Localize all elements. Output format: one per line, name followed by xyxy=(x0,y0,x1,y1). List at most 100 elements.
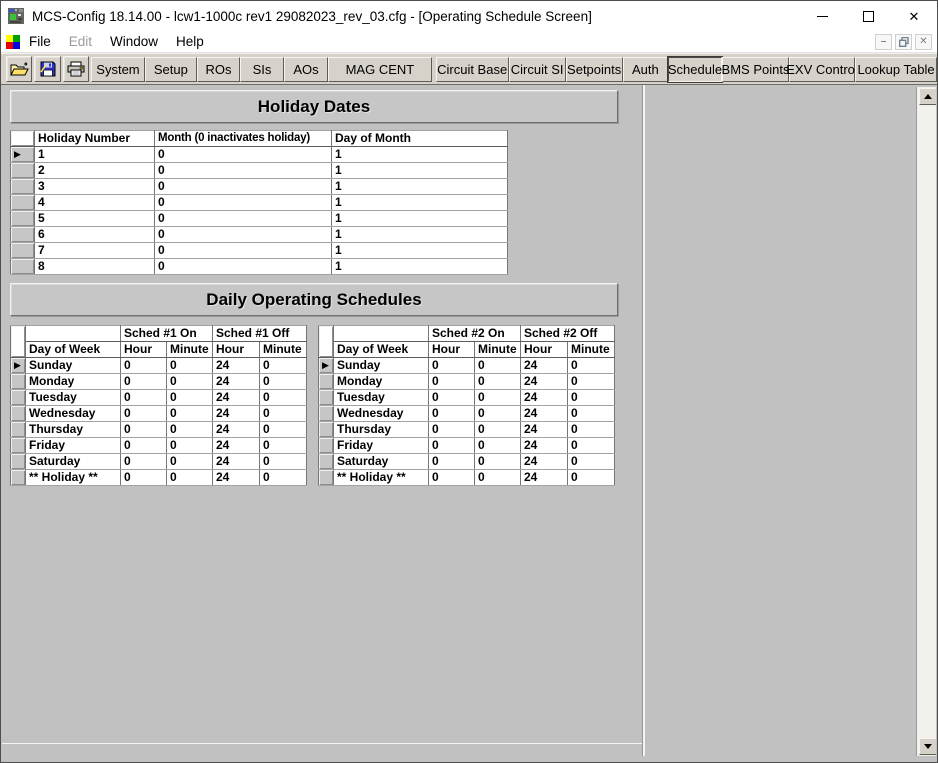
off-minute-cell[interactable]: 0 xyxy=(260,438,307,454)
day-of-week-cell[interactable]: Monday xyxy=(334,374,429,390)
off-minute-cell[interactable]: 0 xyxy=(568,374,615,390)
row-selector[interactable] xyxy=(11,195,35,211)
day-of-week-cell[interactable]: Monday xyxy=(26,374,121,390)
holiday-number-cell[interactable]: 1 xyxy=(35,147,155,163)
toolbar-button-aos[interactable]: AOs xyxy=(284,57,328,82)
save-file-button[interactable] xyxy=(34,56,60,82)
row-selector[interactable] xyxy=(11,211,35,227)
off-hour-cell[interactable]: 24 xyxy=(521,422,568,438)
toolbar-button-sis[interactable]: SIs xyxy=(240,57,283,82)
day-of-week-cell[interactable]: Sunday xyxy=(26,358,121,374)
print-button[interactable] xyxy=(63,56,89,82)
mdi-close-button[interactable]: ✕ xyxy=(915,34,932,50)
holiday-number-cell[interactable]: 8 xyxy=(35,259,155,275)
on-minute-cell[interactable]: 0 xyxy=(167,470,213,486)
off-hour-cell[interactable]: 24 xyxy=(213,470,260,486)
toolbar-button-mag-cent[interactable]: MAG CENT xyxy=(328,57,431,82)
holiday-day-cell[interactable]: 1 xyxy=(332,147,508,163)
off-hour-cell[interactable]: 24 xyxy=(213,358,260,374)
on-hour-cell[interactable]: 0 xyxy=(429,454,475,470)
holiday-month-cell[interactable]: 0 xyxy=(155,147,332,163)
mdi-minimize-button[interactable]: – xyxy=(875,34,892,50)
on-hour-cell[interactable]: 0 xyxy=(429,406,475,422)
holiday-day-cell[interactable]: 1 xyxy=(332,259,508,275)
row-selector[interactable] xyxy=(11,374,26,390)
close-button[interactable]: ✕ xyxy=(891,1,937,31)
holiday-month-cell[interactable]: 0 xyxy=(155,227,332,243)
off-hour-cell[interactable]: 24 xyxy=(213,438,260,454)
off-minute-cell[interactable]: 0 xyxy=(260,374,307,390)
vertical-scrollbar[interactable] xyxy=(916,87,936,756)
off-hour-cell[interactable]: 24 xyxy=(521,390,568,406)
off-hour-cell[interactable]: 24 xyxy=(521,438,568,454)
toolbar-button-system[interactable]: System xyxy=(91,57,145,82)
on-minute-cell[interactable]: 0 xyxy=(167,406,213,422)
toolbar-button-setpoints[interactable]: Setpoints xyxy=(566,57,623,82)
holiday-number-cell[interactable]: 6 xyxy=(35,227,155,243)
open-file-button[interactable] xyxy=(6,56,32,82)
toolbar-button-circuit-si[interactable]: Circuit SI xyxy=(509,57,566,82)
off-minute-cell[interactable]: 0 xyxy=(568,438,615,454)
off-hour-cell[interactable]: 24 xyxy=(521,358,568,374)
on-minute-cell[interactable]: 0 xyxy=(475,390,521,406)
holiday-month-cell[interactable]: 0 xyxy=(155,179,332,195)
day-of-week-cell[interactable]: Wednesday xyxy=(334,406,429,422)
row-selector[interactable] xyxy=(11,390,26,406)
row-selector[interactable]: ▶ xyxy=(11,358,26,374)
row-selector[interactable] xyxy=(11,438,26,454)
day-of-week-cell[interactable]: Tuesday xyxy=(26,390,121,406)
off-hour-cell[interactable]: 24 xyxy=(521,406,568,422)
row-selector[interactable] xyxy=(11,406,26,422)
row-selector[interactable] xyxy=(11,163,35,179)
on-minute-cell[interactable]: 0 xyxy=(167,374,213,390)
row-selector[interactable] xyxy=(319,470,334,486)
on-hour-cell[interactable]: 0 xyxy=(121,390,167,406)
toolbar-button-lookup-table[interactable]: Lookup Table xyxy=(855,57,937,82)
off-hour-cell[interactable]: 24 xyxy=(521,454,568,470)
day-of-week-cell[interactable]: Friday xyxy=(26,438,121,454)
day-of-week-cell[interactable]: Wednesday xyxy=(26,406,121,422)
on-minute-cell[interactable]: 0 xyxy=(167,438,213,454)
row-selector[interactable]: ▶ xyxy=(11,147,35,163)
holiday-day-cell[interactable]: 1 xyxy=(332,179,508,195)
holiday-day-cell[interactable]: 1 xyxy=(332,211,508,227)
row-selector[interactable] xyxy=(11,454,26,470)
toolbar-button-setup[interactable]: Setup xyxy=(145,57,197,82)
day-of-week-cell[interactable]: Tuesday xyxy=(334,390,429,406)
day-of-week-cell[interactable]: ** Holiday ** xyxy=(334,470,429,486)
row-selector[interactable] xyxy=(319,438,334,454)
on-hour-cell[interactable]: 0 xyxy=(429,422,475,438)
on-minute-cell[interactable]: 0 xyxy=(475,438,521,454)
row-selector[interactable] xyxy=(319,406,334,422)
row-selector[interactable] xyxy=(11,179,35,195)
on-hour-cell[interactable]: 0 xyxy=(121,422,167,438)
row-selector[interactable] xyxy=(11,243,35,259)
on-hour-cell[interactable]: 0 xyxy=(121,470,167,486)
day-of-week-cell[interactable]: ** Holiday ** xyxy=(26,470,121,486)
on-minute-cell[interactable]: 0 xyxy=(167,390,213,406)
on-minute-cell[interactable]: 0 xyxy=(167,358,213,374)
row-selector[interactable] xyxy=(319,374,334,390)
holiday-month-cell[interactable]: 0 xyxy=(155,163,332,179)
holiday-month-cell[interactable]: 0 xyxy=(155,259,332,275)
day-of-week-cell[interactable]: Saturday xyxy=(26,454,121,470)
on-hour-cell[interactable]: 0 xyxy=(121,358,167,374)
holiday-day-cell[interactable]: 1 xyxy=(332,163,508,179)
row-selector[interactable] xyxy=(11,422,26,438)
toolbar-button-auth[interactable]: Auth xyxy=(623,57,668,82)
toolbar-button-circuit-base[interactable]: Circuit Base xyxy=(436,57,509,82)
off-hour-cell[interactable]: 24 xyxy=(521,470,568,486)
on-minute-cell[interactable]: 0 xyxy=(475,358,521,374)
toolbar-button-schedule[interactable]: Schedule xyxy=(668,57,722,82)
holiday-number-cell[interactable]: 4 xyxy=(35,195,155,211)
maximize-button[interactable] xyxy=(845,1,891,31)
on-hour-cell[interactable]: 0 xyxy=(121,454,167,470)
off-minute-cell[interactable]: 0 xyxy=(568,454,615,470)
row-selector[interactable] xyxy=(11,470,26,486)
on-minute-cell[interactable]: 0 xyxy=(167,454,213,470)
holiday-number-cell[interactable]: 5 xyxy=(35,211,155,227)
menu-help[interactable]: Help xyxy=(167,32,213,51)
day-of-week-cell[interactable]: Sunday xyxy=(334,358,429,374)
row-selector[interactable] xyxy=(11,259,35,275)
on-hour-cell[interactable]: 0 xyxy=(121,438,167,454)
